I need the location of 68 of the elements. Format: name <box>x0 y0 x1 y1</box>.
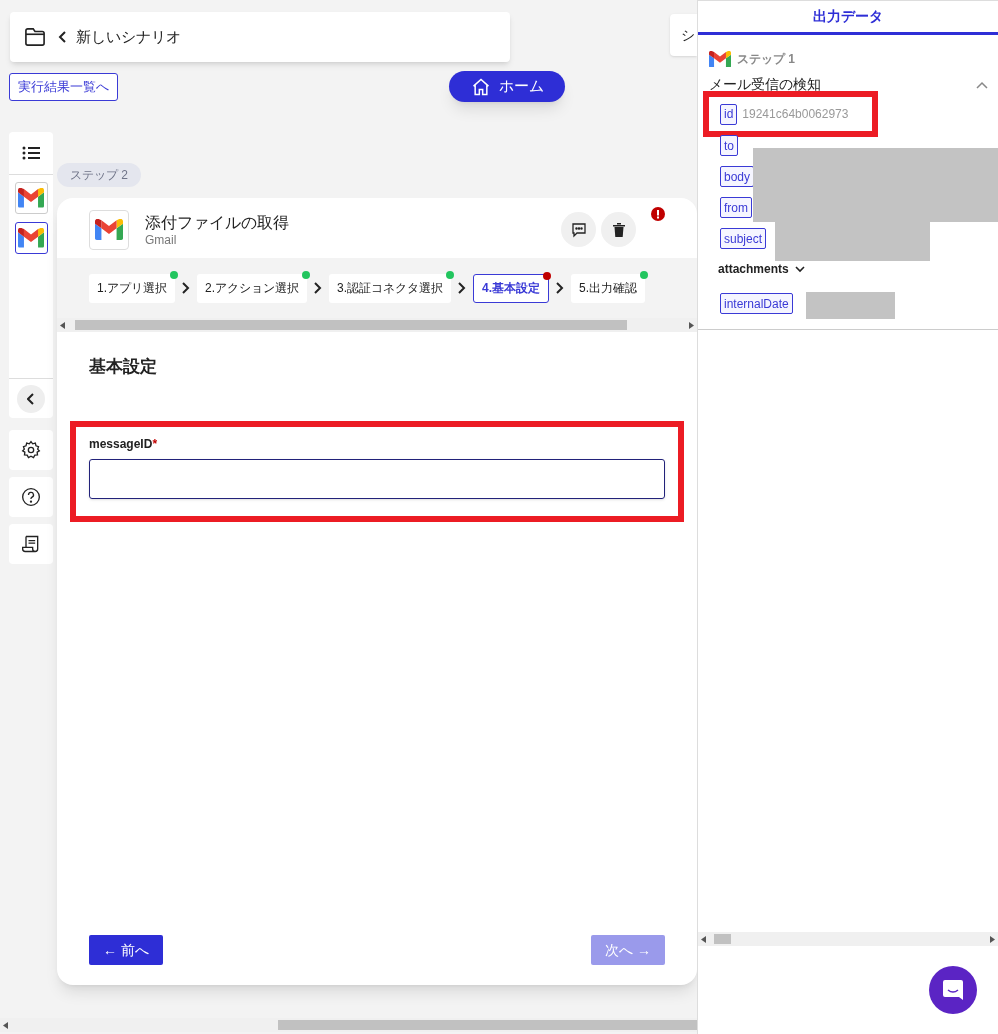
chevron-right-icon <box>314 282 323 294</box>
help-icon <box>21 487 41 507</box>
previous-button[interactable]: ← 前へ <box>89 935 163 965</box>
wizard-step-tab[interactable]: 4.基本設定 <box>473 273 550 303</box>
step-number-badge: ステップ 2 <box>57 163 141 187</box>
output-data-tab[interactable]: 出力データ <box>698 0 998 35</box>
input-field[interactable] <box>89 458 665 499</box>
home-button[interactable]: ホーム <box>449 71 565 102</box>
chevron-right-icon <box>182 282 190 294</box>
scrollbar-thumb[interactable] <box>75 320 627 330</box>
page-scrollbar[interactable] <box>0 1018 697 1032</box>
wizard-step-tab[interactable]: 2.アクション選択 <box>197 273 308 303</box>
gmail-logo-icon <box>95 219 123 240</box>
step-title: 添付ファイルの取得 <box>145 212 289 233</box>
settings-icon <box>21 440 41 460</box>
side-button[interactable]: シ <box>670 14 697 56</box>
home-icon <box>470 76 491 97</box>
back-chevron-icon[interactable] <box>58 31 68 43</box>
scroll-right-icon[interactable] <box>990 935 995 943</box>
scrollbar-thumb[interactable] <box>714 934 731 944</box>
scroll-left-icon[interactable] <box>3 1021 8 1029</box>
wizard-step-tab[interactable]: 3.認証コネクタ選択 <box>329 273 452 303</box>
group-label[interactable]: attachments <box>718 260 789 278</box>
section-title: 基本設定 <box>89 356 158 378</box>
chevron-right-icon <box>458 282 467 294</box>
output-key-chip[interactable]: from <box>720 197 752 218</box>
trash-icon <box>612 222 625 237</box>
output-key-chip[interactable]: to <box>720 135 738 156</box>
output-key-chip[interactable]: body <box>720 166 755 187</box>
chat-icon <box>942 979 964 1001</box>
gmail-logo-icon <box>18 188 44 208</box>
chevron-right-icon <box>556 282 565 294</box>
results-list-button[interactable]: 実行結果一覧へ <box>9 73 118 101</box>
gmail-logo-icon <box>18 228 44 248</box>
comment-button[interactable] <box>561 212 596 247</box>
step-label: ステップ 1 <box>737 51 795 68</box>
chat-button[interactable] <box>929 966 977 1014</box>
horizontal-scrollbar[interactable] <box>57 318 697 332</box>
log-button[interactable] <box>9 524 53 564</box>
chevron-up-icon[interactable] <box>976 80 988 89</box>
gmail-logo-icon <box>709 50 731 68</box>
collapse-button[interactable] <box>17 384 45 413</box>
help-button[interactable] <box>9 477 53 517</box>
comment-icon <box>570 221 587 238</box>
scenario-title: 新しいシナリオ <box>76 26 181 47</box>
output-value: 19241c64b0062973 <box>742 106 849 123</box>
output-key-chip[interactable]: subject <box>720 228 767 249</box>
wizard-step-tab[interactable]: 5.出力確認 <box>571 273 646 303</box>
scroll-left-icon[interactable] <box>701 935 706 943</box>
output-key-chip[interactable]: id <box>720 103 738 125</box>
field-label: messageID <box>89 436 153 451</box>
list-icon[interactable] <box>22 146 40 160</box>
folder-icon[interactable] <box>24 27 46 47</box>
settings-button[interactable] <box>9 430 53 470</box>
chevron-down-icon[interactable] <box>794 265 805 273</box>
scrollbar-thumb[interactable] <box>278 1020 697 1030</box>
chevron-left-icon <box>27 392 35 405</box>
wizard-step-tab[interactable]: 1.アプリ選択 <box>89 273 175 303</box>
scroll-left-icon[interactable] <box>60 321 65 329</box>
output-key-chip[interactable]: internalDate <box>720 293 793 314</box>
trigger-title: メール受信の検知 <box>709 75 821 94</box>
scroll-right-icon[interactable] <box>689 321 694 329</box>
required-mark: * <box>152 436 158 451</box>
receipt-icon <box>21 534 41 554</box>
app-name: Gmail <box>145 232 178 247</box>
step-thumbnail[interactable] <box>14 222 48 254</box>
horizontal-scrollbar[interactable] <box>698 932 998 946</box>
delete-button[interactable] <box>601 212 636 247</box>
